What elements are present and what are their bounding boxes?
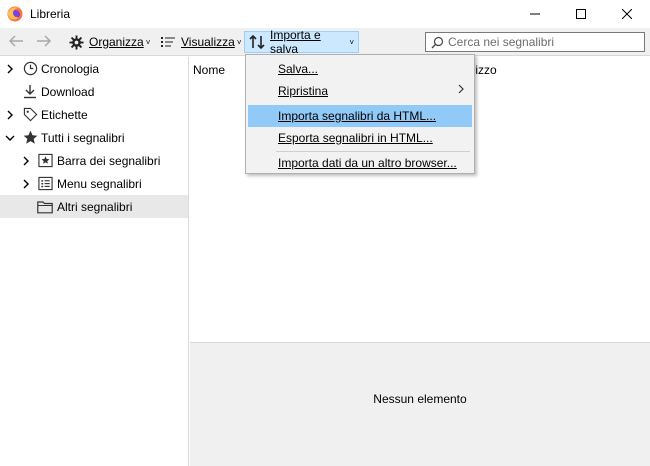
organize-button[interactable]: Organizza ˅	[64, 31, 154, 53]
sidebar-item-bookmarks-menu[interactable]: Menu segnalibri	[0, 172, 188, 195]
sidebar-item-label: Cronologia	[41, 61, 100, 76]
toolbar: Organizza ˅ Visualizza ˅ Importa e salva…	[0, 28, 650, 56]
firefox-icon	[7, 6, 23, 22]
arrow-right-icon	[36, 34, 52, 51]
view-label: Visualizza	[181, 35, 235, 49]
column-header-name[interactable]: Nome	[193, 63, 225, 77]
bookmark-menu-icon	[37, 176, 53, 192]
clock-icon	[22, 61, 38, 77]
chevron-right-icon	[458, 84, 464, 97]
menu-item-label: Importa segnalibri da HTML...	[278, 109, 437, 123]
sidebar-item-bookmarks-toolbar[interactable]: Barra dei segnalibri	[0, 149, 188, 172]
folder-icon	[37, 199, 53, 215]
arrow-left-icon	[8, 34, 24, 51]
bookmark-toolbar-icon	[37, 153, 53, 169]
menu-item-restore[interactable]: Ripristina	[248, 80, 472, 102]
gear-icon	[68, 34, 84, 50]
menu-item-label: Ripristina	[278, 84, 329, 98]
close-icon	[622, 9, 632, 19]
menu-item-export-html[interactable]: Esporta segnalibri in HTML...	[248, 127, 472, 149]
sidebar-item-history[interactable]: Cronologia	[0, 57, 188, 80]
minimize-icon	[530, 9, 540, 19]
chevron-right-icon[interactable]	[4, 109, 16, 121]
sidebar-item-label: Download	[41, 84, 95, 99]
menu-item-import-browser[interactable]: Importa dati da un altro browser...	[248, 153, 472, 173]
view-button[interactable]: Visualizza ˅	[156, 31, 245, 53]
search-icon	[431, 36, 444, 49]
search-box[interactable]	[425, 32, 645, 52]
menu-item-label: Importa dati da un altro browser...	[278, 156, 457, 170]
menu-item-label: Esporta segnalibri in HTML...	[278, 131, 433, 145]
sidebar-item-downloads[interactable]: Download	[0, 80, 188, 103]
chevron-down-icon[interactable]	[4, 132, 16, 144]
menu-item-save[interactable]: Salva...	[248, 58, 472, 80]
sidebar-item-other-bookmarks[interactable]: Altri segnalibri	[0, 195, 188, 218]
chevron-right-icon[interactable]	[20, 155, 32, 167]
sidebar-item-all-bookmarks[interactable]: Tutti i segnalibri	[0, 126, 188, 149]
back-button[interactable]	[5, 32, 27, 52]
minimize-button[interactable]	[512, 0, 558, 28]
chevron-down-icon: ˅	[349, 38, 354, 47]
sidebar-item-label: Menu segnalibri	[57, 176, 142, 191]
menu-item-import-html[interactable]: Importa segnalibri da HTML...	[248, 105, 472, 127]
chevron-right-icon[interactable]	[20, 178, 32, 190]
menu-item-label: Salva...	[278, 62, 319, 76]
close-button[interactable]	[604, 0, 650, 28]
sidebar-tree: Cronologia Download Etichette Tutti i se…	[0, 57, 189, 466]
maximize-button[interactable]	[558, 0, 604, 28]
chevron-down-icon: ˅	[145, 38, 151, 47]
maximize-icon	[576, 9, 586, 19]
tag-icon	[22, 107, 38, 123]
empty-message: Nessun elemento	[373, 392, 467, 406]
search-input[interactable]	[448, 35, 638, 49]
sidebar-item-label: Barra dei segnalibri	[57, 153, 161, 168]
sidebar-item-label: Etichette	[41, 107, 88, 122]
detail-pane: Nessun elemento	[190, 342, 650, 466]
chevron-down-icon: ˅	[236, 38, 242, 47]
sidebar-item-label: Altri segnalibri	[57, 199, 133, 214]
title-bar: Libreria	[0, 0, 650, 28]
menu-separator	[276, 151, 470, 152]
sidebar-item-label: Tutti i segnalibri	[41, 130, 125, 145]
list-icon	[160, 34, 176, 50]
import-save-label: Importa e salva	[270, 28, 321, 56]
import-save-menu: Salva... Ripristina Importa segnalibri d…	[245, 54, 475, 174]
forward-button[interactable]	[33, 32, 55, 52]
chevron-right-icon[interactable]	[4, 63, 16, 75]
download-icon	[22, 84, 38, 100]
import-export-icon	[249, 34, 265, 50]
import-save-button[interactable]: Importa e salva ˅	[244, 28, 359, 56]
organize-label: Organizza	[89, 35, 144, 49]
window-title: Libreria	[30, 7, 71, 21]
sidebar-item-tags[interactable]: Etichette	[0, 103, 188, 126]
star-icon	[22, 130, 38, 146]
